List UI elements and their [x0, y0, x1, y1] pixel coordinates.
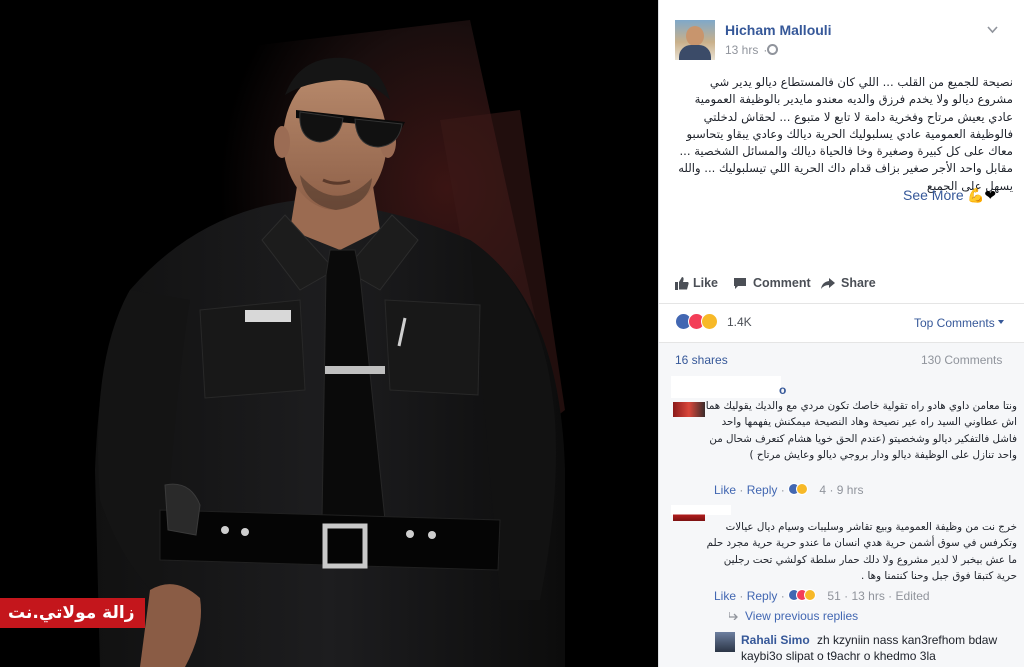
thumbs-up-icon — [675, 277, 689, 290]
comment-reply-link[interactable]: Reply — [747, 589, 778, 603]
comment-time[interactable]: 9 hrs — [837, 483, 864, 497]
comment-edited[interactable]: Edited — [896, 589, 930, 603]
share-arrow-icon — [821, 278, 835, 289]
police-officer-photo — [95, 20, 565, 667]
post-panel: Hicham Mallouli 13 hrs · نصيحة للجميع من … — [658, 0, 1024, 667]
post-text: نصيحة للجميع من القلب ... اللي كان فالمس… — [678, 75, 1013, 193]
comment-icon — [734, 278, 746, 289]
site-watermark: زالة مولاتي.نت — [0, 598, 145, 628]
reply-avatar[interactable] — [715, 632, 735, 652]
post-emoji: 💪❤ — [967, 187, 997, 203]
comment-avatar[interactable] — [673, 506, 705, 521]
chevron-down-icon[interactable] — [987, 24, 998, 35]
photo-viewer: زالة مولاتي.نت Hicham Mallouli 13 hrs · ن… — [0, 0, 1024, 667]
post-timestamp[interactable]: 13 hrs · — [725, 43, 767, 57]
ear-left — [274, 126, 290, 158]
comment-text: خرج نت من وظيفة العمومية وبيع تقاشر وسلي… — [706, 521, 1017, 583]
view-previous-replies-link[interactable]: View previous replies — [745, 609, 858, 623]
comment-author[interactable]: o — [779, 383, 786, 397]
comment-reaction-icons[interactable] — [788, 483, 816, 495]
comment-time[interactable]: 13 hrs — [851, 589, 884, 603]
comments-count[interactable]: 130 Comments — [921, 353, 1002, 367]
comment-reply-link[interactable]: Reply — [747, 483, 778, 497]
wow-reaction-icon — [701, 313, 718, 330]
separator-dot: · — [829, 483, 837, 497]
photo[interactable]: زالة مولاتي.نت — [0, 0, 658, 667]
top-comments-dropdown[interactable]: Top Comments — [914, 316, 995, 330]
comment-avatar[interactable] — [673, 402, 705, 417]
duty-belt — [159, 509, 501, 571]
belt-snap — [221, 526, 229, 534]
comment-reaction-count[interactable]: 4 — [819, 483, 826, 497]
comment-meta: Like · Reply · 4 · 9 hrs — [714, 483, 863, 497]
comment-label: Comment — [753, 276, 811, 290]
comment-text: ونتا معامن داوي هادو راه تقولية خاصك تكو… — [705, 400, 1017, 462]
shares-count[interactable]: 16 shares — [675, 353, 728, 367]
name-tag — [245, 310, 291, 322]
reaction-count[interactable]: 1.4K — [727, 315, 752, 329]
comment-like-link[interactable]: Like — [714, 589, 736, 603]
comment-reaction-icons[interactable] — [788, 589, 824, 601]
comment-button[interactable]: Comment — [733, 276, 811, 290]
redacted-name-block — [671, 376, 781, 398]
belt-snap — [406, 530, 414, 538]
tie-bar — [325, 366, 385, 374]
separator-dot: · — [739, 483, 747, 497]
comment-like-link[interactable]: Like — [714, 483, 736, 497]
right-pocket — [384, 299, 481, 396]
caret-down-icon[interactable] — [998, 320, 1004, 324]
comment-reaction-count[interactable]: 51 — [827, 589, 840, 603]
see-more-link[interactable]: See More — [903, 187, 964, 203]
like-label: Like — [693, 276, 719, 290]
share-button[interactable]: Share — [821, 276, 876, 290]
action-bar: Like Comment Share — [659, 264, 1024, 304]
separator-dot: · — [739, 589, 747, 603]
belt-snap — [241, 528, 249, 536]
separator-dot: · — [888, 589, 896, 603]
reply-comment: Rahali Simo zh kzyniin nass kan3refhom b… — [741, 632, 1013, 664]
author-name[interactable]: Hicham Mallouli — [725, 22, 832, 38]
globe-icon — [767, 44, 778, 55]
separator-dot: · — [780, 589, 789, 603]
reply-author[interactable]: Rahali Simo — [741, 633, 810, 647]
comment-meta: Like · Reply · 51 · 13 hrs · Edited — [714, 589, 930, 603]
share-label: Share — [841, 276, 876, 290]
separator-dot: · — [780, 483, 789, 497]
post-timestamp-text[interactable]: 13 hrs — [725, 43, 758, 57]
belt-snap — [428, 531, 436, 539]
reply-arrow-icon — [729, 612, 738, 620]
like-button[interactable]: Like — [675, 276, 718, 290]
author-avatar[interactable] — [675, 20, 715, 60]
